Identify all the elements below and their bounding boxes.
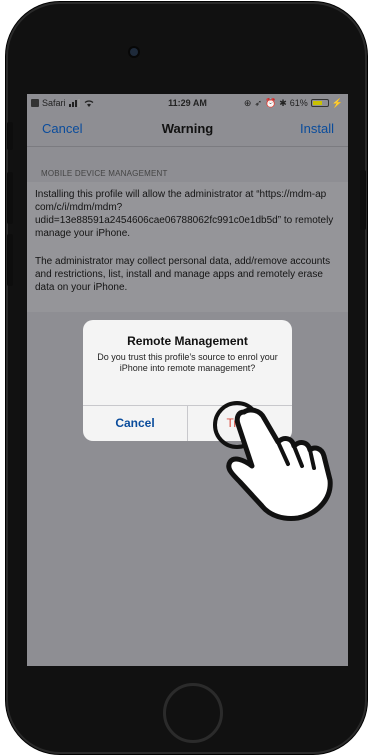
install-button[interactable]: Install — [300, 121, 334, 136]
status-bar: Safari 11:29 AM ⊕ ➶ ⏰ ✱ 61% ⚡ — [27, 94, 348, 112]
bluetooth-icon: ✱ — [279, 97, 287, 108]
alert-title: Remote Management — [127, 334, 248, 348]
section-header: MOBILE DEVICE MANAGEMENT — [41, 169, 168, 178]
home-button[interactable] — [163, 683, 223, 743]
status-right: ⊕ ➶ ⏰ ✱ 61% ⚡ — [244, 98, 343, 109]
alert-message: Do you trust this profile’s source to en… — [97, 352, 278, 373]
pointing-hand-icon — [226, 407, 333, 521]
battery-percent: 61% — [289, 98, 308, 108]
mute-switch — [7, 122, 13, 150]
front-camera-icon — [130, 48, 138, 56]
volume-down-button — [7, 234, 13, 286]
phone-screen: Safari 11:29 AM ⊕ ➶ ⏰ ✱ 61% ⚡ Cancel War… — [27, 94, 348, 666]
volume-up-button — [7, 172, 13, 224]
navigation-bar: Cancel Warning Install — [27, 112, 348, 147]
mdm-info-panel: Installing this profile will allow the a… — [27, 182, 348, 312]
location-icon: ➶ — [254, 97, 262, 108]
charging-icon: ⚡ — [331, 97, 343, 108]
mdm-description: Installing this profile will allow the a… — [35, 189, 334, 239]
power-button — [360, 170, 366, 230]
mdm-capabilities: The administrator may collect personal d… — [35, 256, 331, 293]
alarm-icon: ⏰ — [265, 97, 277, 108]
alert-cancel-button[interactable]: Cancel — [83, 406, 187, 441]
orientation-lock-icon: ⊕ — [243, 97, 252, 108]
battery-icon — [310, 99, 329, 107]
